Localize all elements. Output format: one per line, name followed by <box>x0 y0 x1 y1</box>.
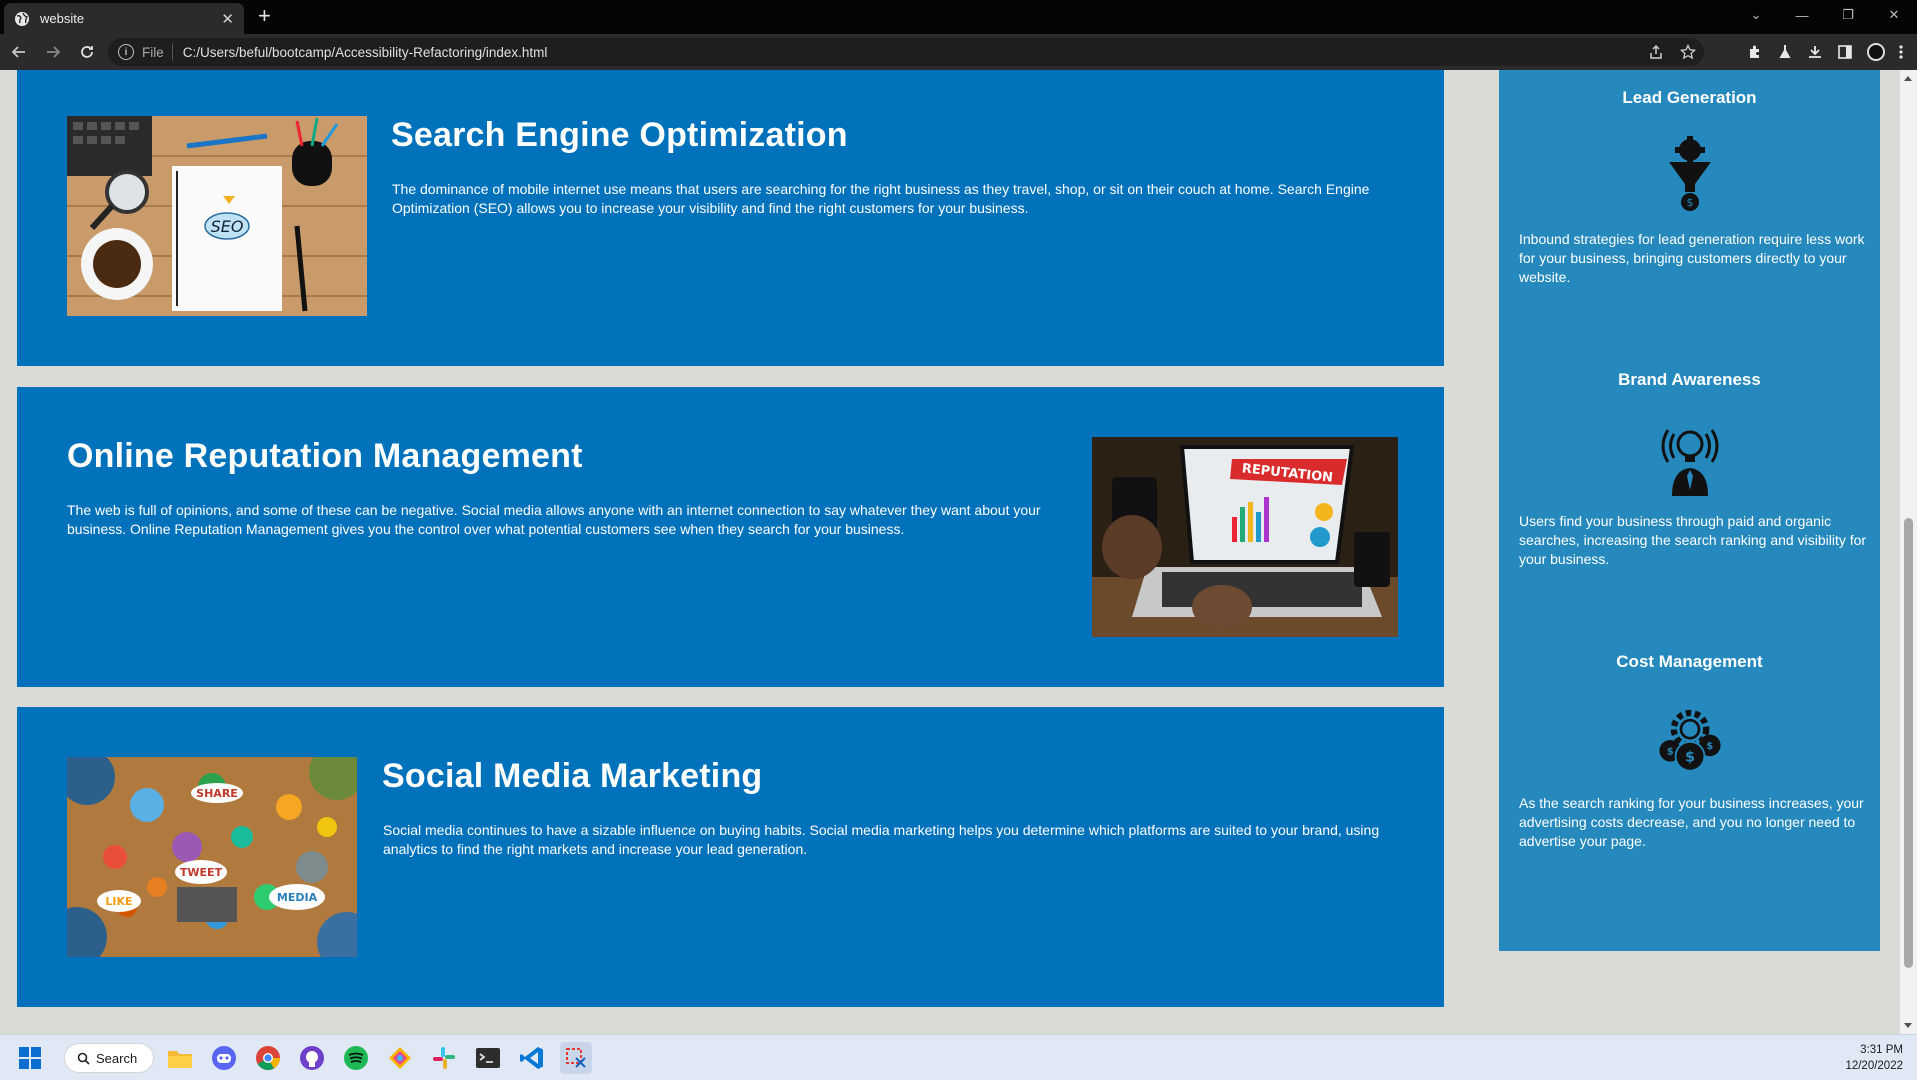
discord-icon[interactable] <box>208 1042 240 1074</box>
benefits-sidebar: Lead Generation $ Inbound strategies for… <box>1499 70 1880 951</box>
divider <box>171 44 173 60</box>
seo-image: SEO <box>67 116 367 316</box>
service-title: Online Reputation Management <box>67 437 583 475</box>
window-controls: ⌄ — ❐ ✕ <box>1733 0 1917 30</box>
service-title: Social Media Marketing <box>382 757 763 795</box>
clock-time: 3:31 PM <box>1860 1044 1903 1056</box>
benefit-text: As the search ranking for your business … <box>1519 795 1864 849</box>
social-image-label-media: MEDIA <box>277 891 318 904</box>
restore-icon[interactable]: ❐ <box>1825 0 1871 30</box>
social-image-label-share: SHARE <box>196 787 238 800</box>
lab-flask-icon[interactable] <box>1777 44 1793 60</box>
page-viewport: SEO Search Engine Optimization The domin… <box>0 70 1917 1034</box>
url-text[interactable]: C:/Users/beful/bootcamp/Accessibility-Re… <box>183 45 548 60</box>
page-scrollbar[interactable] <box>1900 70 1917 1034</box>
share-icon[interactable] <box>1648 44 1664 63</box>
minimize-icon[interactable]: — <box>1779 0 1825 30</box>
github-desktop-icon[interactable] <box>296 1042 328 1074</box>
close-tab-icon[interactable]: ✕ <box>221 10 234 28</box>
back-icon[interactable] <box>4 37 34 67</box>
bookmark-star-icon[interactable] <box>1679 43 1697 63</box>
address-bar[interactable]: i File C:/Users/beful/bootcamp/Accessibi… <box>108 38 1704 66</box>
benefit-title: Lead Generation <box>1622 88 1757 107</box>
close-window-icon[interactable]: ✕ <box>1871 0 1917 30</box>
search-icon <box>77 1052 90 1065</box>
site-info-icon[interactable]: i <box>118 44 134 60</box>
benefit-text: Users find your business through paid an… <box>1519 513 1867 567</box>
reload-icon[interactable] <box>72 37 102 67</box>
service-text: Social media continues to have a sizable… <box>383 822 1380 857</box>
service-title: Search Engine Optimization <box>391 116 848 154</box>
service-card-reputation: Online Reputation Management The web is … <box>17 387 1444 687</box>
benefit-cost-management: Cost Management $ $ $ As the search rank… <box>1499 652 1880 849</box>
figma-like-app-icon[interactable] <box>384 1042 416 1074</box>
vscode-icon[interactable] <box>516 1042 548 1074</box>
download-icon[interactable] <box>1807 44 1823 60</box>
extensions-icon[interactable] <box>1747 44 1763 60</box>
svg-text:$: $ <box>1667 746 1674 757</box>
service-text: The web is full of opinions, and some of… <box>67 502 1041 537</box>
browser-tab[interactable]: website ✕ <box>4 3 244 34</box>
windows-start-icon[interactable] <box>14 1042 46 1074</box>
svg-text:$: $ <box>1687 196 1694 209</box>
benefit-lead-generation: Lead Generation $ Inbound strategies for… <box>1499 88 1880 285</box>
file-explorer-icon[interactable] <box>164 1042 196 1074</box>
windows-taskbar: Search 3:31 PM 12/20/2022 <box>0 1034 1917 1080</box>
funnel-gear-icon: $ <box>1654 136 1726 216</box>
service-card-seo: SEO Search Engine Optimization The domin… <box>17 70 1444 366</box>
terminal-icon[interactable] <box>472 1042 504 1074</box>
new-tab-button[interactable]: + <box>258 5 271 27</box>
search-label: Search <box>96 1050 138 1066</box>
taskbar-search[interactable]: Search <box>64 1043 154 1073</box>
slack-icon[interactable] <box>428 1042 460 1074</box>
clock-date: 12/20/2022 <box>1845 1060 1903 1072</box>
side-panel-icon[interactable] <box>1837 44 1853 60</box>
url-scheme-label: File <box>142 44 164 60</box>
benefit-title: Cost Management <box>1616 652 1763 671</box>
benefit-title: Brand Awareness <box>1618 370 1761 389</box>
forward-icon[interactable] <box>38 37 68 67</box>
scrollbar-thumb[interactable] <box>1904 518 1913 968</box>
profile-avatar[interactable] <box>1867 43 1885 61</box>
chrome-icon[interactable] <box>252 1042 284 1074</box>
service-card-social: SHARE TWEET LIKE MEDIA Social Media Mark… <box>17 707 1444 1007</box>
snipping-tool-icon[interactable] <box>560 1042 592 1074</box>
spotify-icon[interactable] <box>340 1042 372 1074</box>
social-image-label-tweet: TWEET <box>180 866 223 879</box>
scroll-up-arrow-icon[interactable] <box>1904 76 1912 81</box>
svg-text:$: $ <box>1706 741 1713 752</box>
tab-search-icon[interactable]: ⌄ <box>1733 0 1779 30</box>
system-clock[interactable]: 3:31 PM 12/20/2022 <box>1845 1042 1903 1074</box>
social-image-label-like: LIKE <box>105 895 132 908</box>
globe-icon <box>14 11 30 27</box>
svg-text:$: $ <box>1685 750 1695 766</box>
tab-strip: website ✕ + ⌄ — ❐ ✕ <box>0 0 1917 34</box>
benefit-brand-awareness: Brand Awareness Users find your business… <box>1499 370 1880 567</box>
tab-title: website <box>40 11 85 26</box>
gear-coins-icon: $ $ $ <box>1654 700 1726 780</box>
social-media-image: SHARE TWEET LIKE MEDIA <box>67 757 357 957</box>
reputation-image: REPUTATION <box>1092 437 1398 637</box>
service-text: The dominance of mobile internet use mea… <box>392 181 1370 216</box>
menu-kebab-icon[interactable] <box>1899 44 1903 60</box>
browser-toolbar: i File C:/Users/beful/bootcamp/Accessibi… <box>0 34 1917 70</box>
lightbulb-person-icon <box>1654 418 1726 498</box>
benefit-text: Inbound strategies for lead generation r… <box>1519 231 1865 285</box>
scroll-down-arrow-icon[interactable] <box>1904 1023 1912 1028</box>
seo-image-label: SEO <box>211 217 244 236</box>
